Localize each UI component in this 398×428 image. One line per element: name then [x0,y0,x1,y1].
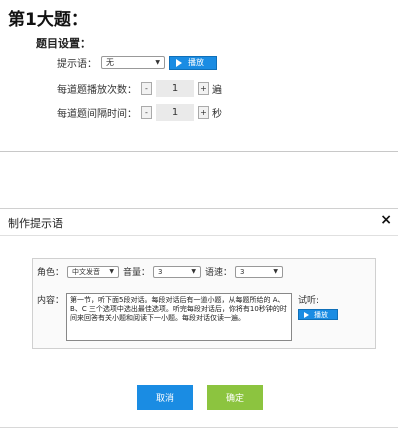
role-label: 角色： [37,268,65,278]
cancel-button[interactable]: 取消 [137,385,193,410]
content-label: 内容： [37,296,65,306]
speed-select-value: 3 [240,267,245,276]
play-triangle-icon [176,58,182,67]
role-select-value: 中文发音 [72,267,101,276]
chevron-down-icon: ▼ [191,268,197,275]
interval-row: 每道题间隔时间： - 1 + 秒 [57,104,222,121]
play-count-increment-button[interactable]: + [198,82,209,95]
role-select[interactable]: 中文发音 ▼ [67,265,120,278]
voice-options-row: 角色： 中文发音 ▼ 音量： 3 ▼ 语速： 3 ▼ [37,265,287,278]
interval-decrement-button[interactable]: - [141,106,152,119]
volume-select-value: 3 [158,267,163,276]
trial-play-button[interactable]: 播放 [298,309,339,320]
play-count-unit: 遍 [212,85,222,96]
prompt-editor-panel: 角色： 中文发音 ▼ 音量： 3 ▼ 语速： 3 ▼ 内容： 第一节，听下面5段… [32,258,376,349]
play-count-label: 每道题播放次数： [57,85,137,96]
prompt-row: 提示语： 无 ▼ 播放 [57,55,217,70]
modal-divider [0,235,398,236]
content-row: 内容： 第一节，听下面5段对话。每段对话后有一道小题，从每题所给的 A、B、C … [37,293,339,341]
play-button[interactable]: 播放 [169,55,217,70]
prompt-label: 提示语： [57,59,97,70]
trial-label: 试听: [298,296,320,306]
question-title: 第1大题： [8,10,88,30]
volume-select[interactable]: 3 ▼ [153,265,202,278]
chevron-down-icon: ▼ [109,268,115,275]
interval-label: 每道题间隔时间： [57,109,137,120]
modal-header: 制作提示语 × [0,208,398,234]
play-count-decrement-button[interactable]: - [141,82,152,95]
interval-value[interactable]: 1 [156,104,194,121]
interval-increment-button[interactable]: + [198,106,209,119]
prompt-select-value: 无 [106,58,114,67]
close-icon[interactable]: × [380,212,392,228]
question-settings-panel: 第1大题： 题目设置： 提示语： 无 ▼ 播放 每道题播放次数： - 1 + 遍… [0,0,398,152]
play-count-value[interactable]: 1 [156,80,194,97]
volume-label: 音量： [123,268,151,278]
chevron-down-icon: ▼ [273,268,279,275]
prompt-select[interactable]: 无 ▼ [101,56,165,69]
interval-unit: 秒 [212,109,222,120]
play-triangle-icon [304,311,310,318]
play-count-row: 每道题播放次数： - 1 + 遍 [57,80,222,97]
speed-label: 语速： [205,268,233,278]
play-button-label: 播放 [188,58,204,67]
trial-play-label: 播放 [314,310,329,319]
modal-title: 制作提示语 [8,217,63,230]
chevron-down-icon: ▼ [155,59,160,66]
confirm-button[interactable]: 确定 [207,385,263,410]
speed-select[interactable]: 3 ▼ [235,265,284,278]
content-textarea[interactable]: 第一节，听下面5段对话。每段对话后有一道小题，从每题所给的 A、B、C 三个选项… [66,293,293,341]
trial-listen: 试听: 播放 [298,293,339,320]
settings-label: 题目设置： [36,37,91,50]
